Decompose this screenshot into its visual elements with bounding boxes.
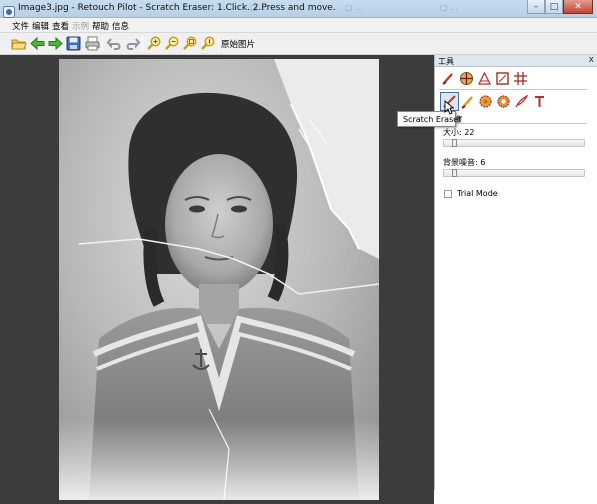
text-tool-icon[interactable]: [532, 94, 547, 109]
minimize-button[interactable]: –: [527, 0, 545, 14]
toolbar-separator: [102, 36, 103, 51]
ghost-tab: ▢ ...: [440, 3, 458, 12]
menu-info[interactable]: 信息: [112, 20, 129, 32]
size-slider-thumb[interactable]: [452, 139, 457, 147]
trial-mode-label: Trial Mode: [457, 189, 498, 198]
main-toolbar: 原始图片: [0, 33, 597, 55]
toolbar-separator: [218, 36, 219, 51]
menu-bar: 文件 编辑 查看 示例 帮助 信息: [0, 18, 597, 33]
menu-file[interactable]: 文件: [12, 20, 29, 32]
maximize-button[interactable]: □: [545, 0, 563, 14]
open-folder-icon[interactable]: [10, 35, 27, 52]
ghost-tab: ▢ ...: [250, 3, 268, 12]
zoom-out-icon[interactable]: [164, 35, 181, 52]
panel-header: 工具 x: [435, 55, 597, 67]
size-label: 大小: 22: [443, 128, 475, 137]
vintage-portrait-photo[interactable]: [59, 59, 379, 500]
mouse-cursor-icon: [444, 100, 455, 115]
menu-samples[interactable]: 示例: [72, 20, 89, 32]
grid-tool-icon[interactable]: [513, 71, 528, 86]
size-slider[interactable]: [443, 139, 585, 147]
image-canvas[interactable]: [0, 55, 434, 504]
forward-arrow-icon[interactable]: [47, 35, 64, 52]
background-taskbar-tabs: ▢ ... ▢ ... ▢ ...: [250, 2, 540, 16]
window-controls: – □ ✕: [527, 0, 593, 17]
section-divider: [441, 123, 587, 124]
gear-stamp-icon[interactable]: [496, 94, 511, 109]
save-disk-icon[interactable]: [65, 35, 82, 52]
flower-stamp-icon[interactable]: [478, 94, 493, 109]
toolbar-separator: [142, 36, 143, 51]
zoom-in-icon[interactable]: [146, 35, 163, 52]
panel-title: 工具: [438, 57, 454, 66]
redo-icon[interactable]: [124, 35, 141, 52]
close-button[interactable]: ✕: [563, 0, 593, 14]
menu-view[interactable]: 查看: [52, 20, 69, 32]
back-arrow-icon[interactable]: [29, 35, 46, 52]
menu-help[interactable]: 帮助: [92, 20, 109, 32]
perspective-tool-icon[interactable]: [477, 71, 492, 86]
menu-edit[interactable]: 编辑: [32, 20, 49, 32]
color-tool-icon[interactable]: [459, 71, 474, 86]
undo-icon[interactable]: [106, 35, 123, 52]
brush-eraser-icon[interactable]: [460, 94, 475, 109]
panel-bottom: [434, 490, 597, 504]
panel-divider: [439, 89, 587, 90]
panel-close-button[interactable]: x: [589, 55, 594, 65]
trial-mode-checkbox[interactable]: [444, 190, 452, 198]
bg-noise-slider[interactable]: [443, 169, 585, 177]
app-logo-icon: [3, 3, 15, 18]
zoom-actual-icon[interactable]: [200, 35, 217, 52]
original-image-button[interactable]: 原始图片: [221, 38, 255, 50]
zoom-fit-icon[interactable]: [182, 35, 199, 52]
bg-noise-slider-thumb[interactable]: [452, 169, 457, 177]
ghost-tab: ▢ ...: [345, 3, 363, 12]
feather-tool-icon[interactable]: [514, 94, 529, 109]
crop-tool-icon[interactable]: [495, 71, 510, 86]
brush-tool-icon[interactable]: [441, 71, 456, 86]
bg-noise-label: 背景噪音: 6: [443, 158, 486, 167]
retouch-pilot-window: Image3.jpg - Retouch Pilot - Scratch Era…: [0, 0, 597, 504]
print-icon[interactable]: [84, 35, 101, 52]
title-bar[interactable]: Image3.jpg - Retouch Pilot - Scratch Era…: [0, 0, 597, 18]
